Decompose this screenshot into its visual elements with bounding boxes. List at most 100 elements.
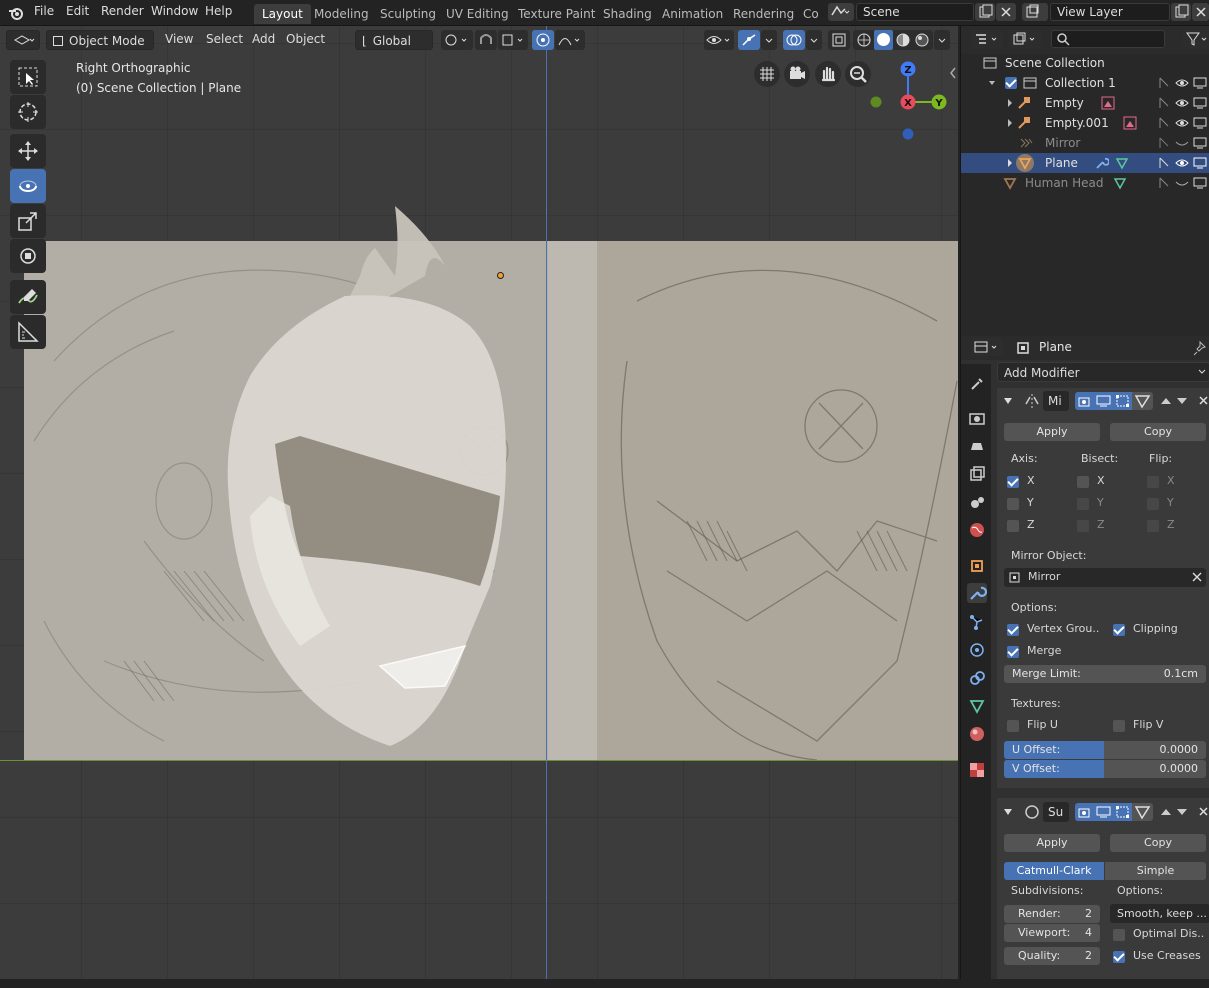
world-icon[interactable] (967, 520, 987, 540)
filter-dropdown[interactable] (1183, 30, 1209, 48)
mirror-object-field[interactable]: Mirror (1004, 568, 1206, 587)
mirror-modifier-name-field[interactable]: Mi (1043, 391, 1069, 411)
expand-arrow-icon[interactable] (987, 76, 997, 90)
eye-icon[interactable] (1175, 156, 1189, 170)
edit-mode-toggle[interactable] (1113, 803, 1132, 821)
material-icon[interactable] (967, 724, 987, 744)
outliner-row-mirror[interactable]: Mirror (961, 133, 1209, 153)
tool-rotate[interactable] (10, 169, 46, 203)
collapse-arrow-icon[interactable] (1003, 807, 1013, 817)
toggle-grid-button[interactable] (754, 61, 780, 87)
tool-transform[interactable] (10, 239, 46, 273)
move-up-icon[interactable] (1159, 805, 1173, 819)
viewport-levels-field[interactable]: Viewport: 4 (1004, 924, 1100, 942)
mesh-data-icon[interactable] (1115, 156, 1129, 170)
bisect-y-checkbox[interactable] (1077, 498, 1089, 510)
tab-uv-editing[interactable]: UV Editing (438, 4, 517, 24)
object-mode-dropdown[interactable]: Object Mode (46, 30, 154, 50)
mirror-apply-button[interactable]: Apply (1004, 423, 1100, 441)
selectable-arrow-icon[interactable] (1157, 176, 1171, 190)
editor-type-button[interactable] (6, 30, 40, 50)
on-cage-toggle[interactable] (1132, 392, 1153, 410)
simple-button[interactable]: Simple (1105, 862, 1206, 880)
menu-select[interactable]: Select (206, 32, 243, 46)
delete-scene-button[interactable] (996, 3, 1016, 21)
vertex-groups-checkbox[interactable] (1007, 624, 1019, 636)
properties-editor-type-button[interactable] (971, 338, 1003, 356)
menu-help[interactable]: Help (205, 4, 232, 18)
tab-layout[interactable]: Layout (254, 4, 311, 24)
scene-browse-button[interactable] (828, 3, 854, 21)
display-mode-dropdown[interactable] (1009, 30, 1041, 48)
sidebar-toggle-icon[interactable] (948, 66, 958, 80)
constraints-icon[interactable] (967, 668, 987, 688)
xray-toggle[interactable] (828, 30, 850, 50)
flip-x-checkbox[interactable] (1147, 476, 1159, 488)
snap-toggle[interactable] (475, 30, 497, 50)
subsurf-copy-button[interactable]: Copy (1110, 834, 1206, 852)
move-up-icon[interactable] (1159, 394, 1173, 408)
pin-icon[interactable] (1193, 340, 1207, 356)
eye-icon[interactable] (1175, 116, 1189, 130)
physics-icon[interactable] (967, 640, 987, 660)
view-layer-browse-button[interactable] (1022, 3, 1048, 21)
u-offset-field[interactable]: U Offset: 0.0000 (1004, 741, 1206, 759)
overlays-toggle[interactable] (783, 30, 805, 50)
outliner-row-empty[interactable]: Empty (961, 93, 1209, 113)
on-cage-toggle[interactable] (1132, 803, 1153, 821)
outliner-row-plane[interactable]: Plane (961, 153, 1209, 173)
object-origin-dot[interactable] (497, 272, 504, 279)
menu-add[interactable]: Add (252, 32, 275, 46)
tool-measure[interactable] (10, 315, 46, 349)
axis-y-checkbox[interactable] (1007, 498, 1019, 510)
eye-icon[interactable] (1175, 96, 1189, 110)
shading-solid-icon[interactable] (874, 30, 893, 50)
menu-file[interactable]: File (34, 4, 54, 18)
gizmo-toggle[interactable] (738, 30, 760, 50)
subsurf-modifier-name-field[interactable]: Su (1043, 802, 1069, 822)
catmull-clark-button[interactable]: Catmull-Clark (1004, 862, 1104, 880)
move-down-icon[interactable] (1175, 805, 1189, 819)
tool-settings-icon[interactable] (967, 374, 987, 394)
data-icon[interactable] (967, 696, 987, 716)
transform-orientation-dropdown[interactable]: ⌊ Global (355, 30, 433, 50)
delete-view-layer-button[interactable] (1192, 3, 1209, 21)
menu-object[interactable]: Object (286, 32, 325, 46)
flip-z-checkbox[interactable] (1147, 520, 1159, 532)
image-data-icon[interactable] (1101, 96, 1115, 110)
quality-field[interactable]: Quality: 2 (1004, 947, 1100, 965)
view-layer-tab-icon[interactable] (967, 464, 987, 484)
menu-window[interactable]: Window (151, 4, 198, 18)
clipping-checkbox[interactable] (1113, 624, 1125, 636)
expand-arrow-icon[interactable] (1005, 96, 1015, 110)
merge-checkbox[interactable] (1007, 646, 1019, 658)
shading-rendered-icon[interactable] (914, 32, 930, 48)
tab-texture-paint[interactable]: Texture Paint (510, 4, 603, 24)
falloff-dropdown[interactable] (555, 30, 585, 50)
shading-wireframe-icon[interactable] (856, 32, 872, 48)
view-layer-name-field[interactable]: View Layer (1050, 3, 1170, 21)
tool-select-box[interactable] (10, 60, 46, 94)
wrench-icon[interactable] (1095, 156, 1109, 170)
remove-modifier-icon[interactable] (1197, 394, 1209, 408)
menu-view[interactable]: View (165, 32, 193, 46)
viewport-toggle[interactable] (1094, 392, 1113, 410)
tab-shading[interactable]: Shading (595, 4, 660, 24)
eye-closed-icon[interactable] (1175, 176, 1189, 190)
selectable-arrow-icon[interactable] (1157, 116, 1171, 130)
menu-edit[interactable]: Edit (66, 4, 89, 18)
move-down-icon[interactable] (1175, 394, 1189, 408)
outliner-row-scene-collection[interactable]: Scene Collection (961, 53, 1209, 73)
collapse-arrow-icon[interactable] (1003, 396, 1013, 406)
remove-modifier-icon[interactable] (1197, 805, 1209, 819)
navigation-gizmo[interactable]: Z Y X (860, 60, 950, 144)
monitor-icon[interactable] (1193, 76, 1207, 90)
particles-icon[interactable] (967, 612, 987, 632)
shading-material-icon[interactable] (895, 32, 911, 48)
selectable-arrow-icon[interactable] (1157, 136, 1171, 150)
render-toggle[interactable] (1075, 392, 1094, 410)
helmet-mesh[interactable] (0, 26, 958, 979)
axis-x-checkbox[interactable] (1007, 476, 1019, 488)
selectable-arrow-icon[interactable] (1157, 96, 1171, 110)
clear-field-icon[interactable] (1192, 572, 1202, 582)
